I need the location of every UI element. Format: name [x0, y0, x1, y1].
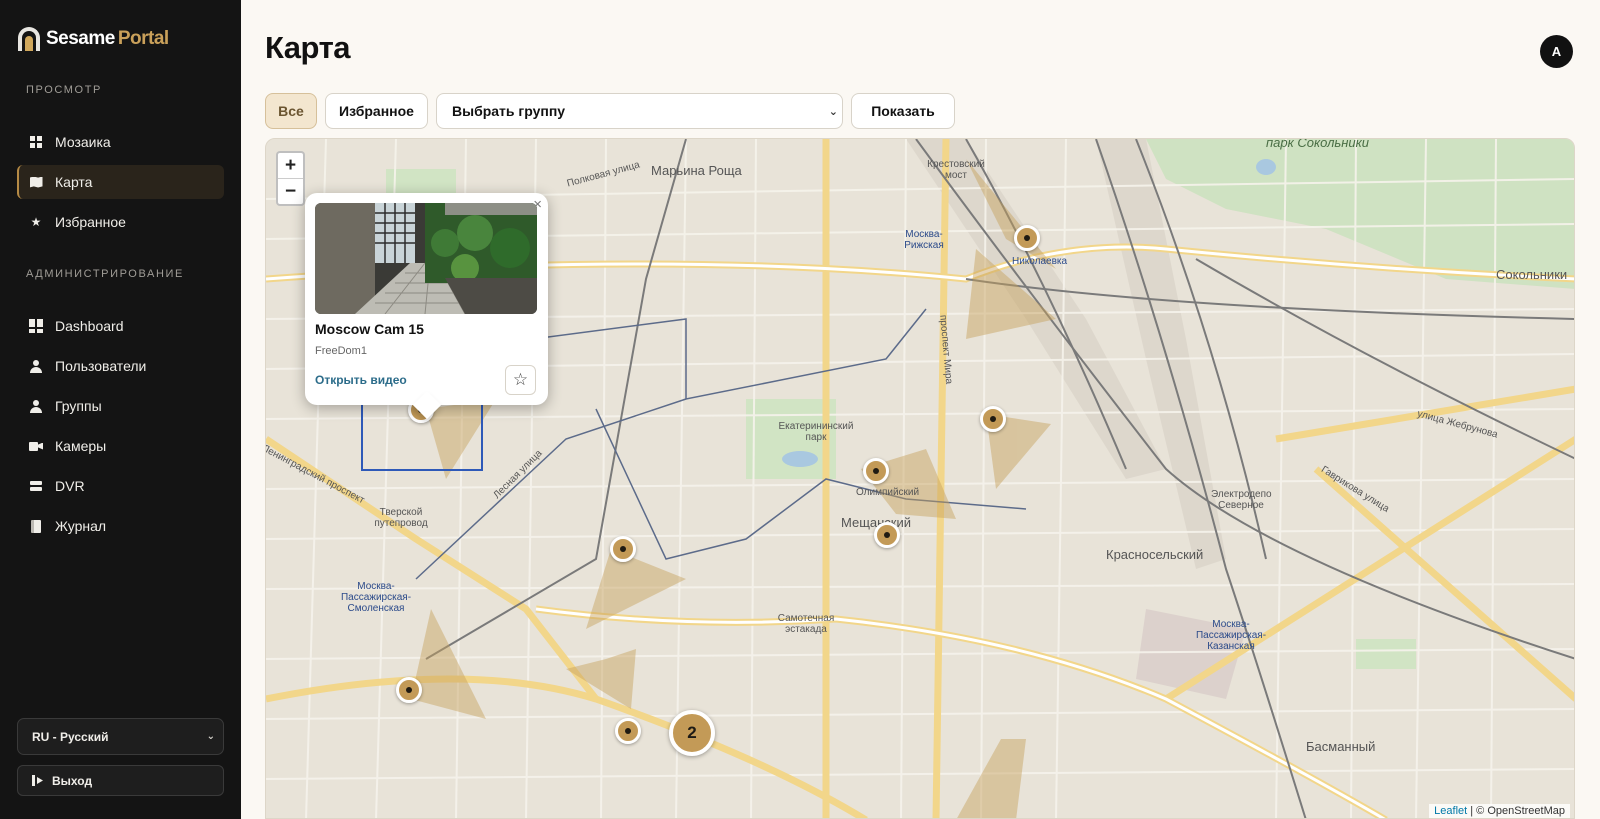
map-label: Николаевка — [1012, 256, 1068, 267]
camera-icon — [28, 438, 44, 454]
logout-icon — [32, 775, 43, 786]
logo-icon — [18, 27, 40, 51]
section-title-admin: АДМИНИСТРИРОВАНИЕ — [26, 268, 184, 280]
avatar[interactable]: A — [1540, 35, 1573, 68]
group-select-value: Выбрать группу — [452, 103, 566, 119]
filter-favorites-button[interactable]: Избранное — [325, 93, 428, 129]
map-label: Москва-Рижская — [904, 229, 944, 251]
show-button[interactable]: Показать — [851, 93, 955, 129]
map-label: Тверской путепровод — [374, 507, 428, 529]
language-select[interactable]: RU - Русский ⌄ — [17, 718, 224, 755]
camera-marker[interactable] — [396, 677, 422, 703]
map-label: Москва-Пассажирская-Смоленская — [340, 581, 412, 614]
sidebar-item-label: Камеры — [55, 438, 107, 454]
map-label: Екатерининский парк — [778, 421, 854, 443]
camera-owner: FreeDom1 — [315, 345, 367, 357]
osm-attribution: | © OpenStreetMap — [1467, 805, 1565, 817]
journal-icon — [28, 518, 44, 534]
brand-logo[interactable]: Sesame Portal — [18, 26, 169, 52]
chevron-down-icon: ⌄ — [206, 731, 215, 742]
dvr-icon — [28, 478, 44, 494]
page-title: Карта — [265, 30, 351, 65]
camera-name: Moscow Cam 15 — [315, 321, 424, 337]
camera-cluster[interactable]: 2 — [669, 710, 715, 756]
star-icon: ★ — [30, 215, 42, 229]
map-label: Басманный — [1306, 739, 1376, 754]
camera-marker[interactable] — [874, 522, 900, 548]
open-video-link[interactable]: Открыть видео — [315, 373, 407, 387]
camera-marker[interactable] — [1014, 225, 1040, 251]
logout-button[interactable]: Выход — [17, 765, 224, 796]
sidebar-item-mosaic[interactable]: Мозаика — [17, 125, 224, 159]
map-label: Крестовский мост — [927, 159, 985, 181]
sidebar-item-label: Карта — [55, 174, 93, 190]
users-icon — [28, 398, 44, 414]
logout-label: Выход — [52, 773, 93, 788]
sidebar-item-journal[interactable]: Журнал — [17, 509, 224, 543]
sidebar: Sesame Portal ПРОСМОТР Мозаика Карта ★ И… — [0, 0, 241, 819]
map-label: Москва-Пассажирская-Казанская — [1195, 619, 1267, 652]
brand-name-sesame: Sesame — [46, 28, 115, 49]
sidebar-item-label: Пользователи — [55, 358, 147, 374]
map-label: Олимпийский — [856, 487, 920, 498]
map-label: парк Сокольники — [1266, 138, 1369, 150]
sidebar-item-label: Dashboard — [55, 318, 124, 334]
chevron-down-icon: ⌄ — [828, 106, 838, 118]
sidebar-item-label: Группы — [55, 398, 102, 414]
brand-name-portal: Portal — [117, 28, 169, 49]
user-icon — [28, 358, 44, 374]
section-title-view: ПРОСМОТР — [26, 84, 102, 96]
grid-icon — [28, 134, 44, 150]
sidebar-item-dvr[interactable]: DVR — [17, 469, 224, 503]
favorite-star-icon[interactable]: ☆ — [505, 365, 536, 395]
camera-popup: × Moscow Cam 15 FreeDom1 Открыть видео ☆ — [305, 193, 548, 405]
dashboard-icon — [28, 318, 44, 334]
camera-marker[interactable] — [615, 718, 641, 744]
map-label: Самотечная эстакада — [777, 613, 835, 635]
sidebar-item-label: Избранное — [55, 214, 126, 230]
sidebar-item-cameras[interactable]: Камеры — [17, 429, 224, 463]
map-label: Марьина Роща — [651, 163, 742, 178]
zoom-out-button[interactable]: − — [278, 179, 303, 205]
map-icon — [28, 174, 44, 190]
zoom-in-button[interactable]: + — [278, 153, 303, 179]
sidebar-item-users[interactable]: Пользователи — [17, 349, 224, 383]
sidebar-item-groups[interactable]: Группы — [17, 389, 224, 423]
sidebar-item-map[interactable]: Карта — [17, 165, 224, 199]
group-select[interactable]: Выбрать группу ⌄ — [436, 93, 843, 129]
map-label: Сокольники — [1496, 267, 1568, 282]
camera-preview-image[interactable] — [315, 203, 537, 314]
leaflet-link[interactable]: Leaflet — [1434, 805, 1467, 817]
map-label: Электродепо Северное — [1211, 489, 1272, 511]
zoom-control: + − — [276, 151, 305, 206]
sidebar-item-label: Журнал — [55, 518, 107, 534]
sidebar-item-label: Мозаика — [55, 134, 111, 150]
filter-all-button[interactable]: Все — [265, 93, 317, 129]
map-attribution: Leaflet | © OpenStreetMap — [1429, 804, 1570, 818]
language-value: RU - Русский — [32, 729, 109, 744]
camera-marker[interactable] — [863, 458, 889, 484]
sidebar-item-label: DVR — [55, 478, 85, 494]
map-label: Красносельский — [1106, 547, 1204, 562]
sidebar-item-favorites[interactable]: ★ Избранное — [17, 205, 224, 239]
sidebar-item-dashboard[interactable]: Dashboard — [17, 309, 224, 343]
camera-marker[interactable] — [980, 406, 1006, 432]
camera-marker[interactable] — [610, 536, 636, 562]
